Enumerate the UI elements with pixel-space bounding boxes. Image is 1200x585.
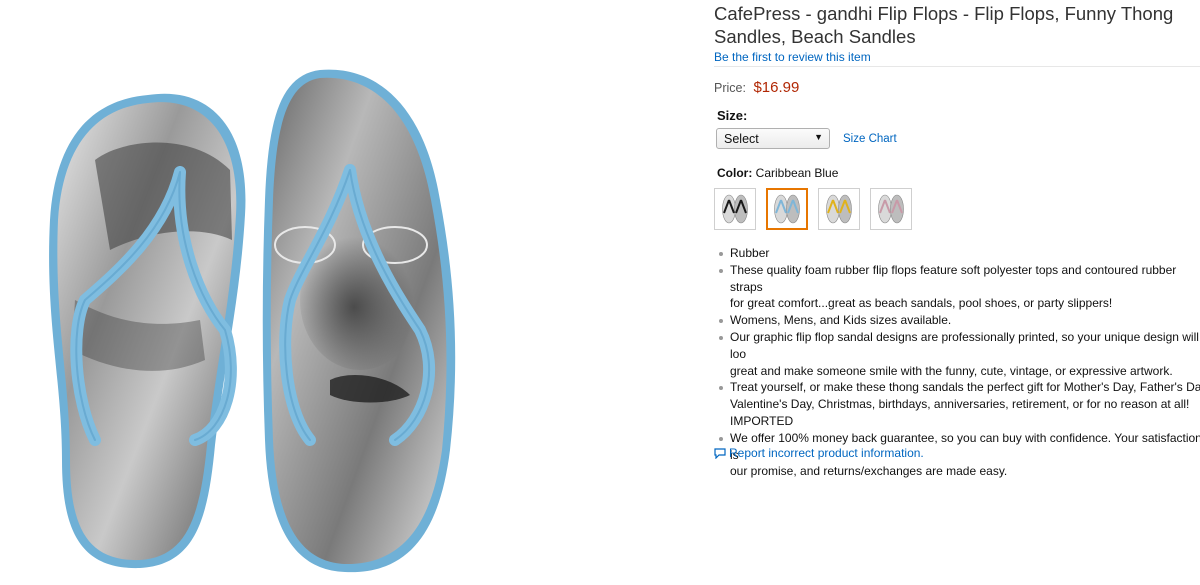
price-value: $16.99 <box>753 79 800 96</box>
color-swatch[interactable] <box>714 188 756 230</box>
size-select[interactable]: Select ▼ <box>716 128 830 149</box>
price-label: Price: <box>714 81 746 95</box>
color-swatch[interactable] <box>818 188 860 230</box>
flip-flop-thumbnail <box>878 194 904 224</box>
feature-bullets: Rubber These quality foam rubber flip flo… <box>717 245 1200 480</box>
size-chart-link[interactable]: Size Chart <box>843 133 897 145</box>
price-row: Price: $16.99 <box>714 79 799 96</box>
review-link[interactable]: Be the first to review this item <box>714 50 871 64</box>
flip-flop-thumbnail <box>826 194 852 224</box>
divider <box>714 66 1200 67</box>
product-image[interactable] <box>0 0 470 585</box>
color-label: Color: <box>717 166 753 180</box>
size-select-value: Select <box>724 132 759 146</box>
report-link-label: Report incorrect product information. <box>729 446 924 460</box>
feature-bullet: Our graphic flip flop sandal designs are… <box>717 329 1200 379</box>
flip-flop-thumbnail <box>722 194 748 224</box>
report-link[interactable]: Report incorrect product information. <box>714 446 924 462</box>
color-row: Color: Caribbean Blue <box>717 166 838 180</box>
product-details: CafePress - gandhi Flip Flops - Flip Flo… <box>714 0 1200 585</box>
flip-flop-image <box>49 69 456 573</box>
feature-bullet: Womens, Mens, and Kids sizes available. <box>717 312 1200 329</box>
size-label: Size: <box>717 108 748 123</box>
chevron-down-icon: ▼ <box>814 132 823 142</box>
color-swatch[interactable] <box>870 188 912 230</box>
comment-icon <box>714 448 726 462</box>
color-value: Caribbean Blue <box>755 166 839 180</box>
flip-flop-thumbnail <box>774 194 800 224</box>
color-swatch[interactable] <box>766 188 808 230</box>
feature-bullet: Rubber <box>717 245 1200 262</box>
feature-bullet: Treat yourself, or make these thong sand… <box>717 379 1200 429</box>
feature-bullet: These quality foam rubber flip flops fea… <box>717 262 1200 312</box>
product-title: CafePress - gandhi Flip Flops - Flip Flo… <box>714 3 1174 47</box>
